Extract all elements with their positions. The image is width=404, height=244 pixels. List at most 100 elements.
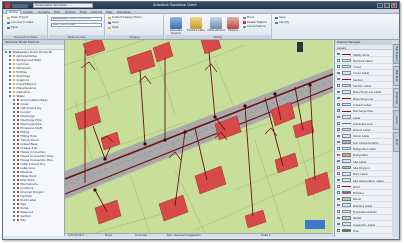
layer-visibility-checkbox[interactable] <box>337 103 340 106</box>
maximize-button[interactable]: □ <box>384 3 390 8</box>
layer-visibility-checkbox[interactable] <box>337 59 340 62</box>
layer-visibility-checkbox[interactable] <box>337 210 340 213</box>
visibility-checkbox[interactable] <box>9 94 12 98</box>
visibility-checkbox[interactable] <box>13 206 16 210</box>
overload-suggestion[interactable]: Dyn. Overload Suggestion <box>167 234 201 237</box>
visibility-checkbox[interactable] <box>13 174 16 178</box>
visibility-checkbox[interactable] <box>13 170 16 174</box>
minimize-button[interactable]: – <box>377 3 383 8</box>
workspace-combo[interactable]: Start: World Map <box>51 23 102 27</box>
visibility-checkbox[interactable] <box>13 154 16 158</box>
map-canvas[interactable] <box>65 40 333 233</box>
layer-visibility-checkbox[interactable] <box>337 84 340 87</box>
layer-item[interactable]: Tree <box>335 227 393 234</box>
layer-visibility-checkbox[interactable] <box>337 140 340 144</box>
layer-visibility-checkbox[interactable] <box>337 197 340 201</box>
open-display-button[interactable]: Open <box>108 25 119 30</box>
visibility-checkbox[interactable] <box>13 178 16 182</box>
layer-visibility-checkbox[interactable] <box>337 166 340 169</box>
visibility-checkbox[interactable] <box>13 130 16 134</box>
quick-access-toolbar[interactable] <box>12 3 28 8</box>
tab-properties[interactable]: Properties <box>393 88 399 108</box>
layer-visibility-checkbox[interactable] <box>337 115 340 119</box>
display-mode[interactable]: Overview <box>135 234 147 237</box>
tab-style[interactable]: Style <box>393 132 399 152</box>
layer-visibility-checkbox[interactable] <box>337 178 340 182</box>
layer-visibility-checkbox[interactable] <box>337 222 340 226</box>
layer-visibility-checkbox[interactable] <box>337 65 340 68</box>
visibility-checkbox[interactable] <box>13 142 16 146</box>
tab-map-book[interactable]: Map Book <box>393 66 399 86</box>
visibility-checkbox[interactable] <box>13 126 16 130</box>
layer-visibility-checkbox[interactable] <box>337 122 340 125</box>
visibility-checkbox[interactable] <box>13 182 16 186</box>
visibility-checkbox[interactable] <box>9 82 12 86</box>
data-source-combo[interactable]: Wastewater Demo Dump.db... <box>51 17 102 21</box>
generate-graphic-icon[interactable] <box>170 17 182 29</box>
close-button[interactable]: × <box>391 3 397 8</box>
layer-visibility-checkbox[interactable] <box>337 96 340 100</box>
layer-visibility-checkbox[interactable] <box>337 90 340 94</box>
visibility-checkbox[interactable] <box>13 98 16 102</box>
visibility-checkbox[interactable] <box>9 90 12 94</box>
layer-visibility-checkbox[interactable] <box>337 229 340 232</box>
layer-visibility-checkbox[interactable] <box>337 109 340 112</box>
visibility-checkbox[interactable] <box>13 106 16 110</box>
visibility-checkbox[interactable] <box>13 146 16 150</box>
layer-visibility-checkbox[interactable] <box>337 185 340 188</box>
feature-icon[interactable] <box>227 17 239 29</box>
visibility-checkbox[interactable] <box>13 150 16 154</box>
visibility-checkbox[interactable] <box>13 190 16 194</box>
identify-button[interactable]: Identify <box>275 20 289 25</box>
visibility-checkbox[interactable] <box>9 62 12 66</box>
visibility-checkbox[interactable] <box>9 58 12 62</box>
visibility-checkbox[interactable] <box>13 118 16 122</box>
visibility-checkbox[interactable] <box>9 74 12 78</box>
visibility-checkbox[interactable] <box>9 66 12 70</box>
layer-visibility-checkbox[interactable] <box>337 153 340 157</box>
visibility-checkbox[interactable] <box>13 134 16 138</box>
layer-visibility-checkbox[interactable] <box>337 77 340 81</box>
layer-visibility-checkbox[interactable] <box>337 203 340 207</box>
layer-visibility-checkbox[interactable] <box>337 128 340 131</box>
visibility-checkbox[interactable] <box>13 186 16 190</box>
save-connection-button[interactable]: Save <box>7 25 18 30</box>
layer-visibility-checkbox[interactable] <box>337 172 340 175</box>
visibility-checkbox[interactable] <box>13 214 16 218</box>
visibility-checkbox[interactable] <box>13 122 16 126</box>
layer-visibility-checkbox[interactable] <box>337 52 340 56</box>
document-selector[interactable]: Wastewater-Rockwell - ... <box>33 3 93 8</box>
visibility-checkbox[interactable] <box>13 158 16 162</box>
visibility-checkbox[interactable] <box>13 102 16 106</box>
visibility-checkbox[interactable] <box>13 110 16 114</box>
clone-feature-button[interactable]: Clone Feature <box>243 24 266 29</box>
visibility-checkbox[interactable] <box>13 166 16 170</box>
application-menu-icon[interactable] <box>5 3 10 8</box>
visibility-checkbox[interactable] <box>9 86 12 90</box>
layer-visibility-checkbox[interactable] <box>337 216 340 220</box>
visibility-checkbox[interactable] <box>13 218 16 222</box>
visibility-checkbox[interactable] <box>13 198 16 202</box>
layer-visibility-checkbox[interactable] <box>337 134 340 138</box>
tab-map-explorer[interactable]: Map Explorer <box>393 44 399 64</box>
layer-visibility-checkbox[interactable] <box>337 159 340 163</box>
map-drawing[interactable] <box>65 40 333 233</box>
feature-class-icon[interactable] <box>190 17 202 29</box>
visibility-checkbox[interactable] <box>5 50 8 54</box>
visibility-checkbox[interactable] <box>13 138 16 142</box>
visibility-checkbox[interactable] <box>9 70 12 74</box>
layer-visibility-checkbox[interactable] <box>337 71 340 75</box>
visibility-checkbox[interactable] <box>13 210 16 214</box>
visibility-checkbox[interactable] <box>13 202 16 206</box>
visibility-checkbox[interactable] <box>9 78 12 82</box>
visibility-checkbox[interactable] <box>13 114 16 118</box>
visibility-checkbox[interactable] <box>13 194 16 198</box>
scale-label[interactable]: Scale 1: <box>261 234 271 237</box>
visibility-checkbox[interactable] <box>9 54 12 58</box>
tab-layers[interactable]: Layers <box>393 110 399 130</box>
layer-visibility-checkbox[interactable] <box>337 191 340 194</box>
layer-visibility-checkbox[interactable] <box>337 147 340 150</box>
tree-item[interactable]: Site <box>3 218 64 222</box>
visibility-checkbox[interactable] <box>13 162 16 166</box>
attribute-grid-icon[interactable] <box>210 17 222 29</box>
